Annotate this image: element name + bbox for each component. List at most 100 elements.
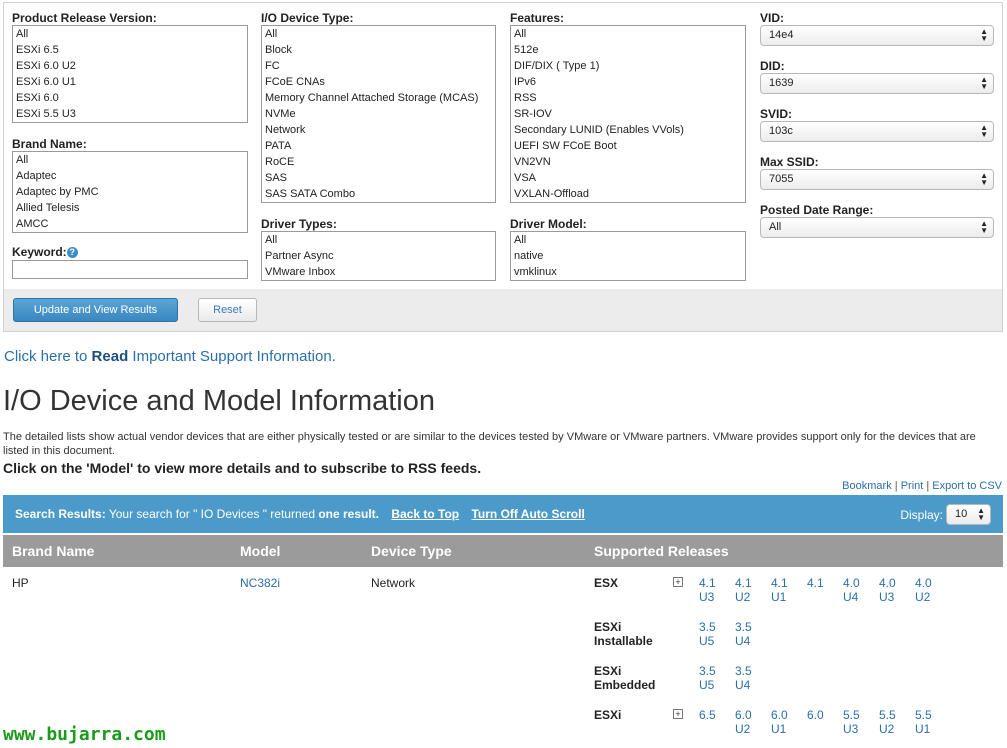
- listbox-option[interactable]: AMCC: [13, 216, 247, 232]
- col-model[interactable]: Model: [240, 543, 280, 559]
- expand-plus-icon[interactable]: +: [673, 577, 683, 587]
- select-arrows-icon: ▲ ▼: [980, 75, 988, 91]
- posted-date-select[interactable]: All ▲ ▼: [760, 217, 994, 238]
- listbox-option[interactable]: Secondary LUNID (Enables VVols): [511, 122, 745, 138]
- listbox-option[interactable]: PATA: [262, 138, 495, 154]
- separator: |: [926, 480, 930, 492]
- product-release-listbox[interactable]: All ESXi 6.5 ESXi 6.0 U2 ESXi 6.0 U1 ESXi 6.…: [12, 25, 248, 123]
- listbox-option[interactable]: ESXi 5.5 U3: [13, 106, 247, 122]
- back-to-top-link[interactable]: Back to Top: [391, 507, 459, 521]
- listbox-option[interactable]: DIF/DIX ( Type 1): [511, 58, 745, 74]
- release-group-label: ESX: [594, 576, 619, 590]
- svid-select[interactable]: 103c ▲ ▼: [760, 121, 994, 142]
- listbox-option[interactable]: NVMe: [262, 106, 495, 122]
- listbox-option[interactable]: RSS: [511, 90, 745, 106]
- release-version-link[interactable]: 6.0 U1: [771, 708, 788, 736]
- expand-plus-icon[interactable]: +: [673, 709, 683, 719]
- results-summary: Search Results: Your search for " IO Dev…: [15, 507, 585, 521]
- release-version-link[interactable]: 3.5 U4: [735, 620, 752, 648]
- release-version-link[interactable]: 3.5 U4: [735, 664, 752, 692]
- listbox-option[interactable]: Network: [262, 122, 495, 138]
- bookmark-link[interactable]: Bookmark: [842, 480, 892, 492]
- max-ssid-label: Max SSID:: [760, 155, 819, 169]
- listbox-option[interactable]: Block: [262, 42, 495, 58]
- listbox-option[interactable]: UEFI SW FCoE Boot: [511, 138, 745, 154]
- driver-types-label: Driver Types:: [261, 217, 337, 231]
- release-version-link[interactable]: 3.5 U5: [699, 620, 716, 648]
- update-view-results-button[interactable]: Update and View Results: [13, 298, 178, 322]
- listbox-option[interactable]: VN2VN: [511, 154, 745, 170]
- listbox-option[interactable]: FC: [262, 58, 495, 74]
- release-version-link[interactable]: 4.1 U3: [699, 576, 716, 604]
- listbox-option[interactable]: ESXi 6.0: [13, 90, 247, 106]
- io-device-type-listbox[interactable]: All Block FC FCoE CNAs Memory Channel Attach…: [261, 25, 496, 203]
- select-arrows-icon: ▲ ▼: [980, 27, 988, 43]
- listbox-option[interactable]: ESXi 6.0 U2: [13, 58, 247, 74]
- auto-scroll-link[interactable]: Turn Off Auto Scroll: [471, 507, 584, 521]
- release-version-link[interactable]: 3.5 U5: [699, 664, 716, 692]
- row-model-link[interactable]: NC382i: [240, 576, 280, 590]
- driver-model-label: Driver Model:: [510, 217, 587, 231]
- listbox-option[interactable]: Adaptec: [13, 168, 247, 184]
- listbox-option[interactable]: Memory Channel Attached Storage (MCAS): [262, 90, 495, 106]
- col-supported-releases: Supported Releases: [594, 543, 729, 559]
- print-link[interactable]: Print: [901, 480, 924, 492]
- listbox-option[interactable]: SR-IOV: [511, 106, 745, 122]
- listbox-option[interactable]: All: [511, 26, 745, 42]
- release-version-link[interactable]: 4.1 U2: [735, 576, 752, 604]
- did-select[interactable]: 1639 ▲ ▼: [760, 73, 994, 94]
- listbox-option[interactable]: Allied Telesis: [13, 200, 247, 216]
- release-version-link[interactable]: 5.5 U1: [915, 708, 932, 736]
- click-note: Click on the 'Model' to view more detail…: [3, 460, 482, 476]
- listbox-option[interactable]: FCoE CNAs: [262, 74, 495, 90]
- did-label: DID:: [760, 59, 785, 73]
- listbox-option[interactable]: 512e: [511, 42, 745, 58]
- listbox-option[interactable]: All: [13, 152, 247, 168]
- display-select[interactable]: 10 ▲ ▼: [946, 504, 991, 525]
- listbox-option[interactable]: VSA: [511, 170, 745, 186]
- results-text: Your search for " IO Devices " returned: [105, 507, 319, 521]
- listbox-option[interactable]: All: [511, 232, 745, 248]
- col-brand-name[interactable]: Brand Name: [12, 543, 94, 559]
- listbox-option[interactable]: RoCE: [262, 154, 495, 170]
- listbox-option[interactable]: All: [13, 26, 247, 42]
- release-version-link[interactable]: 4.1: [807, 576, 824, 590]
- keyword-input[interactable]: [12, 260, 248, 279]
- release-version-link[interactable]: 6.0 U2: [735, 708, 752, 736]
- driver-types-listbox[interactable]: All Partner Async VMware Inbox: [261, 231, 496, 281]
- release-version-link[interactable]: 4.0 U3: [879, 576, 896, 604]
- release-version-link[interactable]: 4.0 U2: [915, 576, 932, 604]
- listbox-option[interactable]: Adaptec by PMC: [13, 184, 247, 200]
- help-icon[interactable]: ?: [66, 247, 78, 258]
- listbox-option[interactable]: Partner Async: [262, 248, 495, 264]
- release-version-link[interactable]: 4.0 U4: [843, 576, 860, 604]
- listbox-option[interactable]: VXLAN-Offload: [511, 186, 745, 202]
- release-version-link[interactable]: 5.5 U2: [879, 708, 896, 736]
- brand-name-listbox[interactable]: All Adaptec Adaptec by PMC Allied Telesis AM…: [12, 151, 248, 233]
- max-ssid-select[interactable]: 7055 ▲ ▼: [760, 169, 994, 190]
- listbox-option[interactable]: All: [262, 232, 495, 248]
- release-version-link[interactable]: 5.5 U3: [843, 708, 860, 736]
- features-listbox[interactable]: All 512e DIF/DIX ( Type 1) IPv6 RSS SR-IOV Sec…: [510, 25, 746, 203]
- svid-value: 103c: [769, 125, 793, 137]
- listbox-option[interactable]: ESXi 6.0 U1: [13, 74, 247, 90]
- release-version-link[interactable]: 4.1 U1: [771, 576, 788, 604]
- listbox-option[interactable]: vmklinux: [511, 264, 745, 280]
- listbox-option[interactable]: VMware Inbox: [262, 264, 495, 280]
- support-info-link[interactable]: Click here to Read Important Support Inf…: [4, 348, 336, 365]
- release-version-link[interactable]: 6.5: [699, 708, 716, 722]
- listbox-option[interactable]: SAS: [262, 170, 495, 186]
- brand-name-label: Brand Name:: [12, 137, 87, 151]
- driver-model-listbox[interactable]: All native vmklinux: [510, 231, 746, 281]
- reset-button[interactable]: Reset: [198, 298, 257, 322]
- did-value: 1639: [769, 77, 794, 89]
- listbox-option[interactable]: SAS SATA Combo: [262, 186, 495, 202]
- vid-select[interactable]: 14e4 ▲ ▼: [760, 25, 994, 46]
- listbox-option[interactable]: All: [262, 26, 495, 42]
- export-csv-link[interactable]: Export to CSV: [932, 480, 1002, 492]
- release-version-link[interactable]: 6.0: [807, 708, 824, 722]
- listbox-option[interactable]: ESXi 6.5: [13, 42, 247, 58]
- listbox-option[interactable]: native: [511, 248, 745, 264]
- listbox-option[interactable]: IPv6: [511, 74, 745, 90]
- col-device-type[interactable]: Device Type: [371, 543, 452, 559]
